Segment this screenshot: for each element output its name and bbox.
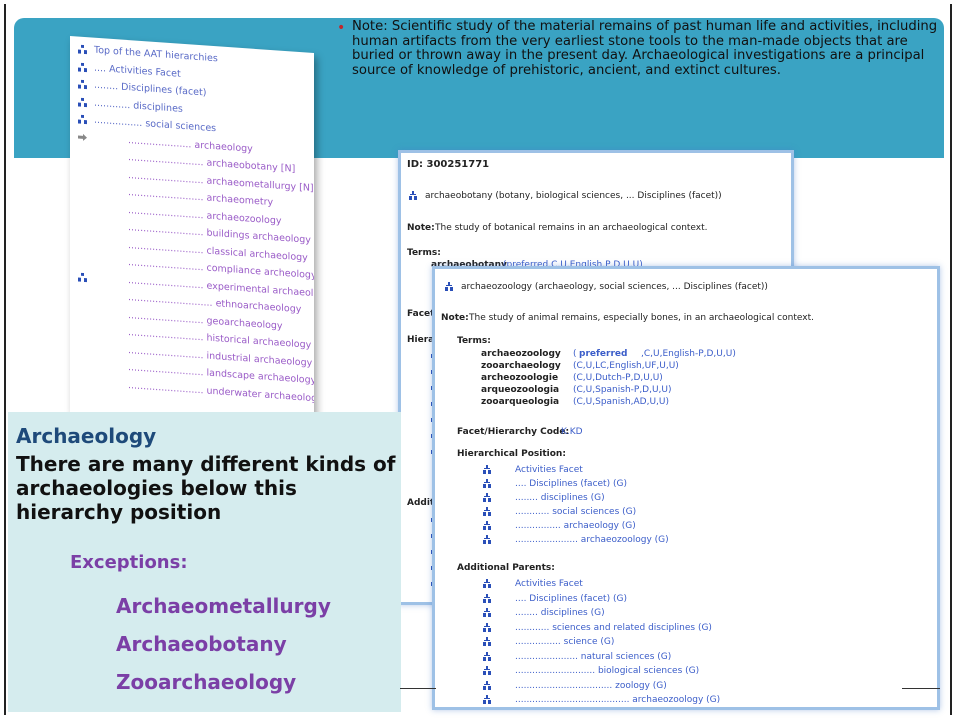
term-preferred-link[interactable]: preferred bbox=[579, 349, 627, 359]
term-open-paren: ( bbox=[573, 349, 577, 359]
hierarchy-icon bbox=[483, 695, 491, 704]
additional-parent-link[interactable]: .................................. zoolo… bbox=[515, 681, 667, 691]
additional-parent-link[interactable]: ...................... natural sciences … bbox=[515, 652, 671, 662]
hierarchy-icon bbox=[483, 507, 491, 516]
hierarchy-icon bbox=[483, 465, 491, 474]
hierarchy-icon bbox=[483, 479, 491, 488]
hierarchy-link[interactable]: Activities Facet bbox=[515, 465, 583, 475]
additional-parent-link[interactable]: .... Disciplines (facet) (G) bbox=[515, 594, 627, 604]
hierarchy-icon bbox=[483, 666, 491, 675]
hierarchy-link[interactable]: .... Disciplines (facet) (G) bbox=[515, 479, 627, 489]
hierarchy-icon bbox=[483, 579, 491, 588]
hierarchy-link[interactable]: ............ social sciences (G) bbox=[515, 507, 636, 517]
note-bullet: • bbox=[337, 20, 346, 36]
exception-item: Zooarchaeology bbox=[116, 670, 297, 694]
term-meta[interactable]: (C,U,Dutch-P,D,U,U) bbox=[573, 373, 663, 383]
term-meta[interactable]: ,C,U,English-P,D,U,U) bbox=[641, 349, 736, 359]
hierarchy-icon[interactable] bbox=[78, 97, 87, 107]
hierarchy-icon[interactable] bbox=[78, 272, 87, 282]
term-meta[interactable]: (C,U,Spanish-P,D,U,U) bbox=[573, 385, 672, 395]
facet-code-value[interactable]: K.KD bbox=[561, 427, 583, 437]
term-name: archeozoologie bbox=[481, 373, 559, 383]
record-window-archaeozoology: archaeozoology (archaeology, social scie… bbox=[432, 266, 940, 710]
additional-parent-link[interactable]: ........................................… bbox=[515, 695, 720, 705]
note-label: Note: bbox=[441, 313, 469, 323]
hierarchy-icon bbox=[483, 608, 491, 617]
hierarchy-icon bbox=[445, 282, 453, 291]
note-text: Note: Scientific study of the material r… bbox=[352, 19, 938, 78]
additional-parent-link[interactable]: ............................ biological … bbox=[515, 666, 699, 676]
additional-parent-link[interactable]: ........ disciplines (G) bbox=[515, 608, 605, 618]
hierarchy-icon bbox=[483, 637, 491, 646]
annotation-box: Archaeology There are many different kin… bbox=[8, 412, 401, 712]
hierarchy-icon bbox=[409, 191, 417, 200]
note-label: Note: bbox=[407, 223, 435, 233]
hierarchy-icon bbox=[483, 535, 491, 544]
record-heading: archaeozoology (archaeology, social scie… bbox=[461, 282, 768, 292]
hierarchy-link[interactable]: ................ archaeology (G) bbox=[515, 521, 636, 531]
term-meta[interactable]: (C,U,Spanish,AD,U,U) bbox=[573, 397, 669, 407]
footer-divider bbox=[400, 688, 436, 689]
exception-item: Archaeometallurgy bbox=[116, 594, 331, 618]
additional-parent-link[interactable]: ............ sciences and related discip… bbox=[515, 623, 712, 633]
hierarchical-position-label: Hierarchical Position: bbox=[457, 449, 566, 459]
annotation-body: There are many different kinds of archae… bbox=[16, 452, 396, 524]
hierarchy-tree-panel: Top of the AAT hierarchies.... Activitie… bbox=[70, 36, 314, 430]
hierarchy-icon bbox=[483, 521, 491, 530]
hierarchy-link[interactable]: ...................... archaeozoology (G… bbox=[515, 535, 669, 545]
record-heading: archaeobotany (botany, biological scienc… bbox=[425, 191, 722, 201]
record-id: ID: 300251771 bbox=[407, 159, 490, 170]
annotation-title: Archaeology bbox=[16, 424, 157, 448]
term-name: archaeozoology bbox=[481, 349, 561, 359]
term-name: arqueozoologia bbox=[481, 385, 560, 395]
hierarchy-icon bbox=[483, 493, 491, 502]
hierarchy-icon[interactable] bbox=[78, 114, 87, 125]
hierarchy-icon[interactable] bbox=[78, 44, 87, 55]
exception-item: Archaeobotany bbox=[116, 632, 287, 656]
terms-label: Terms: bbox=[407, 248, 441, 258]
exceptions-label: Exceptions: bbox=[70, 552, 188, 573]
footer-divider bbox=[902, 688, 940, 689]
terms-label: Terms: bbox=[457, 336, 491, 346]
additional-parent-link[interactable]: ................ science (G) bbox=[515, 637, 614, 647]
hierarchy-icon[interactable] bbox=[78, 62, 87, 72]
facet-code-label: Facet/Hierarchy Code: bbox=[457, 427, 570, 437]
hierarchy-icon bbox=[483, 680, 491, 690]
hierarchy-icon bbox=[483, 593, 491, 603]
hierarchy-icon[interactable] bbox=[78, 79, 87, 90]
term-name: zooarchaeology bbox=[481, 361, 561, 371]
additional-parent-link[interactable]: Activities Facet bbox=[515, 579, 583, 589]
additional-parents-label: Additional Parents: bbox=[457, 563, 555, 573]
note-value: The study of botanical remains in an arc… bbox=[435, 223, 708, 233]
arrow-icon[interactable] bbox=[78, 132, 87, 142]
hierarchy-icon bbox=[483, 622, 491, 632]
note-value: The study of animal remains, especially … bbox=[469, 313, 814, 323]
hierarchy-icon bbox=[483, 651, 491, 661]
term-meta[interactable]: (C,U,LC,English,UF,U,U) bbox=[573, 361, 679, 371]
hierarchy-link[interactable]: ........ disciplines (G) bbox=[515, 493, 605, 503]
term-name: zooarqueologia bbox=[481, 397, 560, 407]
